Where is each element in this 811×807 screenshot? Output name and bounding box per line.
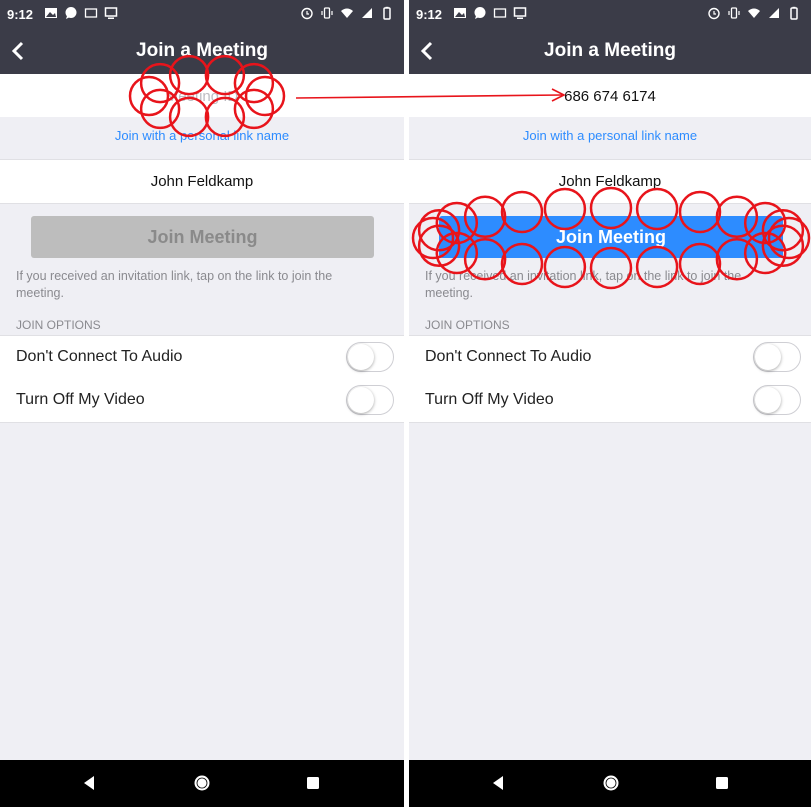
phone-screen-after: 9:12 Join a Meeting Join with a personal… [409, 0, 811, 807]
meeting-id-row [0, 74, 404, 119]
option-label: Turn Off My Video [16, 391, 145, 408]
photo-icon [45, 8, 57, 18]
status-bar: 9:12 [0, 0, 404, 29]
personal-link-name-link[interactable]: Join with a personal link name [409, 128, 811, 143]
nav-home-icon[interactable] [192, 773, 212, 793]
invitation-hint: If you received an invitation link, tap … [425, 269, 742, 300]
join-options-header: JOIN OPTIONS [16, 318, 101, 332]
android-nav-bar [409, 760, 811, 807]
alarm-icon [301, 7, 313, 20]
notification-icons [453, 6, 527, 20]
chat-bubble-icon [474, 7, 486, 19]
toggle-knob [348, 387, 374, 413]
display-name-row[interactable]: John Feldkamp [409, 159, 811, 204]
option-dont-connect-audio: Don't Connect To Audio [409, 335, 811, 380]
nav-home-icon[interactable] [601, 773, 621, 793]
vibrate-icon [728, 7, 740, 19]
status-time: 9:12 [416, 7, 443, 22]
photo-icon [454, 8, 466, 18]
status-time: 9:12 [7, 7, 34, 22]
display-name-row[interactable]: John Feldkamp [0, 159, 404, 204]
wifi-icon [748, 8, 760, 18]
toggle-knob [755, 387, 781, 413]
turn-off-video-toggle[interactable] [753, 385, 801, 415]
option-label: Don't Connect To Audio [16, 348, 183, 365]
app-bar: Join a Meeting [0, 29, 404, 74]
system-icons [300, 6, 394, 20]
android-nav-bar [0, 760, 404, 807]
signal-icon [769, 8, 779, 18]
option-turn-off-video: Turn Off My Video [0, 379, 404, 423]
battery-icon [383, 6, 391, 20]
toggle-knob [755, 344, 781, 370]
option-dont-connect-audio: Don't Connect To Audio [0, 335, 404, 380]
battery-icon [790, 6, 798, 20]
nav-back-icon[interactable] [80, 773, 100, 793]
chat-bubble-icon [65, 7, 77, 19]
alarm-icon [708, 7, 720, 20]
option-label: Turn Off My Video [425, 391, 554, 408]
dont-connect-audio-toggle[interactable] [346, 342, 394, 372]
join-options-header: JOIN OPTIONS [425, 318, 510, 332]
display-name: John Feldkamp [150, 173, 254, 190]
meeting-id-input[interactable] [409, 74, 811, 119]
nav-back-icon[interactable] [489, 773, 509, 793]
nav-recents-icon[interactable] [712, 773, 732, 793]
cast-icon [493, 8, 507, 18]
join-meeting-button[interactable]: Join Meeting [439, 216, 783, 258]
status-bar: 9:12 [409, 0, 811, 29]
toggle-knob [348, 344, 374, 370]
signal-icon [362, 8, 372, 18]
invitation-hint: If you received an invitation link, tap … [16, 269, 333, 300]
personal-link-name-link[interactable]: Join with a personal link name [0, 128, 404, 143]
page-title: Join a Meeting [136, 40, 268, 61]
wifi-icon [341, 8, 353, 18]
page-title: Join a Meeting [544, 40, 676, 61]
nav-recents-icon[interactable] [303, 773, 323, 793]
phone-screen-before: 9:12 Join a Meeting Join with a personal… [0, 0, 404, 807]
cast-icon [84, 8, 98, 18]
dont-connect-audio-toggle[interactable] [753, 342, 801, 372]
notification-icons [44, 6, 118, 20]
option-label: Don't Connect To Audio [425, 348, 592, 365]
system-icons [707, 6, 801, 20]
display-name: John Feldkamp [558, 173, 662, 190]
meeting-id-row [409, 74, 811, 119]
vibrate-icon [321, 7, 333, 19]
monitor-icon [513, 7, 527, 19]
meeting-id-input[interactable] [0, 74, 404, 119]
join-meeting-button[interactable]: Join Meeting [31, 216, 374, 258]
turn-off-video-toggle[interactable] [346, 385, 394, 415]
app-bar: Join a Meeting [409, 29, 811, 74]
option-turn-off-video: Turn Off My Video [409, 379, 811, 423]
monitor-icon [104, 7, 118, 19]
